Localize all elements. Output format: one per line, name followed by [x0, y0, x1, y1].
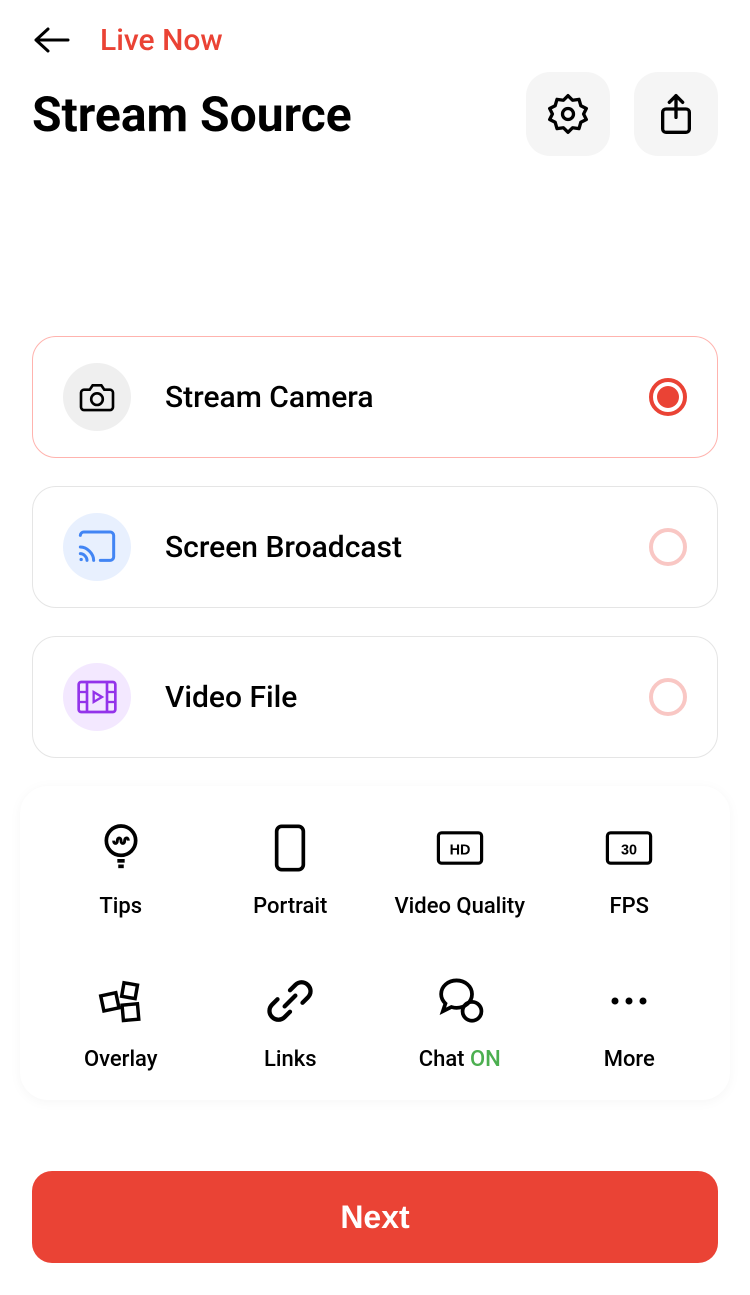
option-more[interactable]: More: [545, 975, 715, 1072]
option-chat[interactable]: Chat ON: [375, 975, 545, 1072]
next-button[interactable]: Next: [32, 1171, 718, 1263]
source-stream-camera[interactable]: Stream Camera: [32, 336, 718, 458]
overlay-icon: [97, 977, 145, 1025]
page-title: Stream Source: [32, 86, 352, 143]
radio-unselected[interactable]: [649, 528, 687, 566]
fps-icon: 30: [605, 830, 653, 866]
link-icon: [265, 976, 315, 1026]
share-icon: [656, 92, 696, 136]
settings-button[interactable]: [526, 72, 610, 156]
gear-icon: [546, 92, 590, 136]
source-label: Stream Camera: [165, 380, 374, 415]
tips-icon: [99, 822, 143, 874]
option-label: FPS: [610, 894, 649, 919]
camera-icon: [63, 363, 131, 431]
option-portrait[interactable]: Portrait: [206, 822, 376, 919]
option-label: Chat ON: [419, 1047, 501, 1072]
source-label: Video File: [165, 680, 297, 715]
svg-text:HD: HD: [449, 842, 470, 858]
hd-icon: HD: [436, 830, 484, 866]
option-fps[interactable]: 30 FPS: [545, 822, 715, 919]
source-label: Screen Broadcast: [165, 530, 402, 565]
cast-icon: [63, 513, 131, 581]
live-now-label: Live Now: [100, 23, 223, 58]
radio-selected[interactable]: [649, 378, 687, 416]
option-links[interactable]: Links: [206, 975, 376, 1072]
more-icon: [609, 995, 649, 1007]
option-label: Links: [264, 1047, 317, 1072]
share-button[interactable]: [634, 72, 718, 156]
option-label: Portrait: [253, 894, 327, 919]
option-tips[interactable]: Tips: [36, 822, 206, 919]
radio-unselected[interactable]: [649, 678, 687, 716]
source-video-file[interactable]: Video File: [32, 636, 718, 758]
chat-icon: [434, 977, 486, 1025]
option-overlay[interactable]: Overlay: [36, 975, 206, 1072]
back-button[interactable]: [32, 20, 72, 60]
film-icon: [63, 663, 131, 731]
option-label: Video Quality: [394, 894, 525, 919]
svg-text:30: 30: [621, 842, 637, 858]
options-panel: Tips Portrait HD Video Quality 30 FPS: [20, 786, 730, 1100]
source-screen-broadcast[interactable]: Screen Broadcast: [32, 486, 718, 608]
option-label: Tips: [99, 894, 142, 919]
portrait-icon: [273, 823, 307, 873]
option-label: Overlay: [84, 1047, 158, 1072]
option-label: More: [604, 1047, 655, 1072]
option-video-quality[interactable]: HD Video Quality: [375, 822, 545, 919]
